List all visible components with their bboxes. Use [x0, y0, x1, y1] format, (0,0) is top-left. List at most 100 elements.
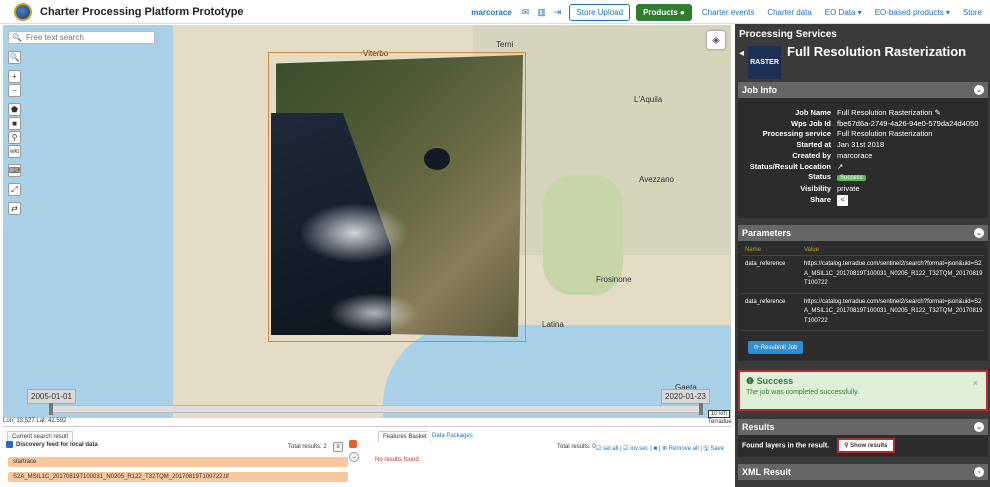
- place-label: Avezzano: [639, 175, 674, 184]
- list-view-button[interactable]: ≡: [333, 442, 343, 452]
- external-link-icon[interactable]: ↗: [837, 162, 984, 173]
- attribution: Terradue: [708, 419, 732, 425]
- expand-icon: ⤢: [11, 184, 18, 194]
- param-value: https://catalog.terradue.com/sentinel2/s…: [804, 298, 983, 324]
- resubmit-job-button[interactable]: ⟳ Resubmit Job: [748, 341, 804, 354]
- plus-icon: +: [12, 72, 17, 81]
- nav-eo-products[interactable]: EO-based products ▾: [875, 8, 950, 17]
- timeline-slider[interactable]: [49, 405, 701, 413]
- panel-section-title: Processing Services: [739, 29, 837, 40]
- job-name-value[interactable]: Full Resolution Rasterization ✎: [837, 108, 984, 119]
- xml-result-section: XML Result ›: [738, 464, 988, 480]
- close-icon[interactable]: ×: [973, 378, 978, 388]
- success-alert: ❶ Success The job was completed successf…: [738, 370, 988, 411]
- params-col-name: Name: [745, 247, 762, 253]
- results-header[interactable]: Results ⌄: [738, 419, 988, 435]
- params-col-value: Value: [804, 247, 819, 253]
- store-upload-button[interactable]: Store Upload: [569, 3, 631, 21]
- list-icon: ≡: [336, 444, 340, 450]
- top-bar: Charter Processing Platform Prototype ma…: [0, 0, 990, 24]
- list-item[interactable]: S2A_MSIL1C_20170819T100031_N0205_R122_T3…: [8, 472, 348, 482]
- list-item[interactable]: startrace: [8, 457, 348, 467]
- place-label: L'Aquila: [634, 95, 663, 104]
- job-row: Job Name Full Resolution Rasterization ✎: [742, 108, 984, 119]
- polygon-icon: ⬟: [11, 105, 18, 114]
- show-results-button[interactable]: ⚲ Show results: [837, 438, 895, 453]
- share-icon[interactable]: <: [837, 194, 848, 206]
- timeline-start: 2005-01-01: [27, 389, 76, 404]
- timeline-handle-start[interactable]: [49, 403, 53, 415]
- nav-eo-data[interactable]: EO Data ▾: [825, 8, 862, 17]
- chevron-right-icon: ›: [974, 467, 984, 477]
- job-info-body: Job Name Full Resolution Rasterization ✎ …: [738, 98, 988, 218]
- username-link[interactable]: marcorace: [471, 8, 511, 17]
- param-row: data_reference https://catalog.terradue.c…: [742, 256, 984, 294]
- job-id-value: fbe67d6a-2749-4a26-94e0-579da24d4050: [837, 118, 979, 128]
- book-icon[interactable]: ▥: [537, 7, 546, 18]
- tab-data-packages[interactable]: Data Packages: [428, 431, 477, 441]
- logout-icon[interactable]: ⇥: [554, 7, 562, 18]
- nav-store[interactable]: Store: [963, 8, 982, 17]
- draw-rectangle-button[interactable]: ■: [8, 117, 21, 130]
- keyboard-icon: ⌨: [8, 166, 21, 175]
- minus-icon: −: [12, 86, 17, 95]
- job-row: Processing service Full Resolution Raster…: [742, 129, 984, 140]
- share-map-button[interactable]: ⇄: [8, 202, 21, 215]
- scale-bar: 10 km: [708, 410, 730, 418]
- raster-cloud: [299, 203, 409, 263]
- place-label: Terni: [496, 40, 514, 49]
- draw-polygon-button[interactable]: ⬟: [8, 103, 21, 116]
- parameters-title: Parameters: [742, 228, 792, 238]
- feed-label: Discovery feed for local data: [16, 441, 98, 448]
- zoom-in-button[interactable]: +: [8, 70, 21, 83]
- next-page-button[interactable]: →: [349, 452, 359, 462]
- chevron-down-icon: ⌄: [974, 422, 984, 432]
- parameters-body: Name Value data_reference https://catalog.…: [738, 241, 988, 361]
- job-row: Wps Job Id fbe67d6a-2749-4a26-94e0-579da2…: [742, 119, 984, 130]
- keyboard-button[interactable]: ⌨: [8, 164, 21, 177]
- search-icon: 🔍: [12, 33, 22, 42]
- products-button[interactable]: Products ●: [636, 3, 692, 21]
- total-results-left: Total results: 2: [288, 444, 327, 450]
- collapse-panel-icon[interactable]: ◂: [739, 48, 744, 59]
- raster-overlay[interactable]: [268, 52, 526, 342]
- service-value: Full Resolution Rasterization: [837, 129, 933, 139]
- processing-panel: Processing Services ◂ RASTER Full Resolu…: [735, 24, 990, 487]
- tab-features-basket[interactable]: Features Basket: [378, 431, 432, 442]
- no-results-message: No results found.: [375, 457, 421, 463]
- job-row: Status Success: [742, 172, 984, 184]
- nav-charter-data[interactable]: Charter data: [767, 8, 811, 17]
- raster-lake: [424, 148, 450, 170]
- draw-point-button[interactable]: ⚲: [8, 131, 21, 144]
- xml-result-header[interactable]: XML Result ›: [738, 464, 988, 480]
- app-title: Charter Processing Platform Prototype: [40, 5, 244, 18]
- products-label: Products: [643, 7, 678, 17]
- zoom-out-button[interactable]: −: [8, 84, 21, 97]
- basket-actions[interactable]: ☑ sel.all | ☑ inv.sel. | ■ | ⊗ Remove al…: [596, 444, 724, 454]
- wkt-button[interactable]: wkt: [8, 145, 21, 158]
- layers-button[interactable]: ◈: [707, 31, 725, 49]
- place-label: Latina: [542, 320, 564, 329]
- chevron-down-icon: ⌄: [974, 228, 984, 238]
- param-name: data_reference: [745, 298, 786, 305]
- place-label: Frosinone: [596, 275, 632, 284]
- rss-icon[interactable]: [349, 440, 357, 448]
- job-label: Job Name: [795, 108, 831, 117]
- resubmit-label: Resubmit Job: [760, 345, 798, 351]
- parameters-header[interactable]: Parameters ⌄: [738, 225, 988, 241]
- job-label: Wps Job Id: [791, 118, 831, 128]
- mail-icon[interactable]: ✉: [522, 7, 530, 18]
- map-search-box[interactable]: 🔍: [8, 31, 155, 44]
- fullscreen-button[interactable]: ⤢: [8, 183, 21, 196]
- feed-selector[interactable]: Discovery feed for local data: [6, 441, 98, 448]
- param-value: https://catalog.terradue.com/sentinel2/s…: [804, 261, 983, 286]
- timeline-handle-end[interactable]: [699, 403, 703, 415]
- job-info-header[interactable]: Job Info ⌄: [738, 82, 988, 98]
- search-tool-button[interactable]: 🔍: [8, 51, 21, 64]
- param-row: data_reference https://catalog.terradue.c…: [742, 294, 984, 331]
- search-input[interactable]: [25, 33, 146, 42]
- job-row: Started at Jan 31st 2018: [742, 140, 984, 151]
- nav-charter-events[interactable]: Charter events: [702, 8, 754, 17]
- square-icon: ■: [12, 119, 17, 128]
- results-text: Found layers in the result.: [742, 442, 830, 450]
